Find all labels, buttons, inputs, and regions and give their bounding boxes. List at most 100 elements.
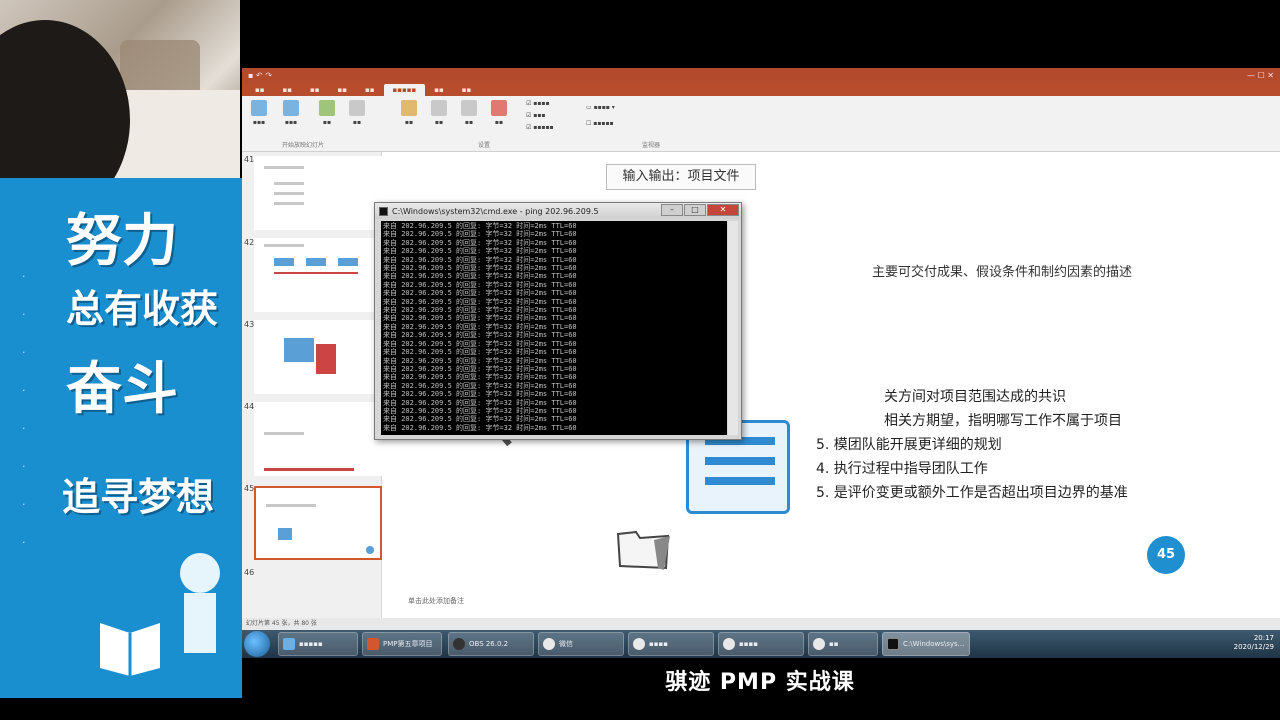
slogan-line-1: 努力	[66, 209, 178, 274]
clock-date: 2020/12/29	[1233, 643, 1274, 651]
slide-bullet: 关方间对项目范围达成的共识	[884, 389, 1066, 405]
close-button[interactable]: ✕	[707, 204, 739, 216]
minimize-button[interactable]: –	[661, 204, 683, 216]
thumb-number: 42	[244, 238, 255, 247]
from-beginning-button[interactable]: ▪▪▪	[244, 100, 274, 126]
thumb-number: 43	[244, 320, 255, 329]
status-bar: 幻灯片第 45 张，共 80 张	[242, 618, 1280, 630]
hide-slide-button[interactable]: ▪▪	[424, 100, 454, 126]
task-cmd[interactable]: C:\Windows\sys...	[882, 632, 970, 656]
notes-placeholder[interactable]: 单击此处添加备注	[408, 596, 464, 606]
taskbar: ▪▪▪▪▪ PMP第五章项目 OBS 26.0.2 微信 ▪▪▪▪ ▪▪▪▪ ▪…	[242, 630, 1280, 658]
tab-home[interactable]: ▪▪	[274, 84, 302, 96]
thumb-number: 41	[244, 155, 255, 164]
show-media-checkbox[interactable]: ☑ ▪▪▪▪▪	[526, 124, 554, 131]
cmd-output-line: 来自 202.96.209.5 的回复: 字节=32 时间=2ms TTL=60	[383, 381, 577, 390]
cmd-title: C:\Windows\system32\cmd.exe - ping 202.9…	[392, 206, 599, 216]
task-item[interactable]: ▪▪▪▪	[628, 632, 714, 656]
slide-bullet: 5. 模团队能开展更详细的规划	[816, 437, 1002, 453]
ppt-titlebar: ▪ ↶ ↷ — ☐ ✕	[242, 68, 1280, 82]
cmd-output-line: 来自 202.96.209.5 的回复: 字节=32 时间=2ms TTL=60	[383, 247, 577, 256]
slogan-banner: 努力 总有收获 奋斗 追寻梦想 · · · · · · · ·	[0, 178, 242, 698]
use-timings-checkbox[interactable]: ☑ ▪▪▪	[526, 112, 546, 119]
cmd-output-line: 来自 202.96.209.5 的回复: 字节=32 时间=2ms TTL=60	[383, 415, 577, 424]
rehearse-button[interactable]: ▪▪	[454, 100, 484, 126]
video-subtitle: 骐迹 PMP 实战课	[665, 670, 855, 695]
slide-thumbnail-selected[interactable]	[254, 486, 382, 560]
record-button[interactable]: ▪▪	[484, 100, 514, 126]
cmd-output-line: 来自 202.96.209.5 的回复: 字节=32 时间=2ms TTL=60	[383, 289, 577, 298]
window-controls[interactable]: — ☐ ✕	[1247, 71, 1274, 80]
cmd-output-line: 来自 202.96.209.5 的回复: 字节=32 时间=2ms TTL=60	[383, 339, 577, 348]
cmd-output-line: 来自 202.96.209.5 的回复: 字节=32 时间=2ms TTL=60	[383, 348, 577, 357]
command-prompt-window[interactable]: C:\Windows\system32\cmd.exe - ping 202.9…	[374, 202, 742, 440]
tab-slideshow[interactable]: ▪▪▪▪▪	[383, 84, 426, 96]
slide-thumbnail[interactable]	[254, 402, 382, 476]
slide-header: 输入输出：项目文件	[606, 164, 756, 190]
monitor-select[interactable]: ▭ ▪▪▪▪ ▾	[586, 104, 615, 111]
task-item[interactable]: ▪▪▪▪	[718, 632, 804, 656]
cmd-window-controls: – □ ✕	[661, 204, 739, 216]
page-number-badge: 45	[1147, 536, 1185, 574]
side-decoration: · · · · · · · ·	[22, 270, 26, 549]
task-wechat[interactable]: 微信	[538, 632, 624, 656]
slide-thumbnail[interactable]	[254, 156, 382, 230]
cmd-output-line: 来自 202.96.209.5 的回复: 字节=32 时间=2ms TTL=60	[383, 272, 577, 281]
slide-bullet: 5. 是评价变更或额外工作是否超出项目边界的基准	[816, 485, 1128, 501]
thumb-number: 46	[244, 568, 255, 577]
tab-review[interactable]: ▪▪	[425, 84, 453, 96]
from-current-button[interactable]: ▪▪▪	[276, 100, 306, 126]
tab-insert[interactable]: ▪▪	[301, 84, 329, 96]
cmd-output-line: 来自 202.96.209.5 的回复: 字节=32 时间=2ms TTL=60	[383, 314, 577, 323]
webcam-feed	[0, 0, 240, 178]
slogan-line-3: 奋斗	[66, 357, 178, 422]
group-monitors: 监视器	[642, 142, 661, 149]
ribbon: ▪▪▪ ▪▪▪ ▪▪ ▪▪ ▪▪ ▪▪ ▪▪ ▪▪ ☑ ▪▪▪▪ ☑ ▪▪▪ ☑…	[242, 96, 1280, 152]
cmd-output-line: 来自 202.96.209.5 的回复: 字节=32 时间=2ms TTL=60	[383, 238, 577, 247]
cmd-output[interactable]: 来自 202.96.209.5 的回复: 字节=32 时间=2ms TTL=60…	[381, 221, 727, 435]
cmd-output-line: 来自 202.96.209.5 的回复: 字节=32 时间=2ms TTL=60	[383, 423, 577, 432]
custom-show-button[interactable]: ▪▪	[342, 100, 372, 126]
slogan-line-4: 追寻梦想	[62, 475, 215, 519]
cmd-output-line: 来自 202.96.209.5 的回复: 字节=32 时间=2ms TTL=60	[383, 390, 577, 399]
ppt-tabs: ▪▪ ▪▪ ▪▪ ▪▪ ▪▪ ▪▪▪▪▪ ▪▪ ▪▪	[242, 82, 1280, 96]
presenter-view-checkbox[interactable]: ☐ ▪▪▪▪▪	[586, 120, 614, 127]
group-start: 开始放映幻灯片	[282, 142, 325, 149]
cmd-output-line: 来自 202.96.209.5 的回复: 字节=32 时间=2ms TTL=60	[383, 297, 577, 306]
cmd-scrollbar[interactable]	[728, 221, 738, 435]
tab-design[interactable]: ▪▪	[329, 84, 357, 96]
slide-bullet: 相关方期望，指明哪写工作不属于项目	[884, 413, 1122, 429]
cmd-output-line: 来自 202.96.209.5 的回复: 字节=32 时间=2ms TTL=60	[383, 280, 577, 289]
cmd-output-line: 来自 202.96.209.5 的回复: 字节=32 时间=2ms TTL=60	[383, 255, 577, 264]
tab-view[interactable]: ▪▪	[453, 84, 481, 96]
group-setup: 设置	[478, 142, 491, 149]
slide-thumbnail[interactable]	[254, 320, 382, 394]
presenter	[0, 20, 130, 178]
bird-icon	[180, 553, 220, 653]
start-button[interactable]	[244, 631, 270, 657]
system-tray[interactable]: 20:17 2020/12/29	[1234, 634, 1274, 652]
task-obs[interactable]: OBS 26.0.2	[448, 632, 534, 656]
slide-description: 主要可交付成果、假设条件和制约因素的描述	[872, 265, 1133, 280]
task-item[interactable]: ▪▪	[808, 632, 878, 656]
save-icon[interactable]: ▪ ↶ ↷	[248, 71, 272, 80]
maximize-button[interactable]: □	[684, 204, 706, 216]
thumbnail-pane[interactable]: 41 42 43 44 45 46	[242, 152, 382, 618]
folder-icon	[616, 530, 670, 570]
thumb-number: 44	[244, 402, 255, 411]
setup-show-button[interactable]: ▪▪	[394, 100, 424, 126]
task-powerpoint[interactable]: PMP第五章项目	[362, 632, 442, 656]
clock-time: 20:17	[1253, 634, 1274, 642]
cmd-output-line: 来自 202.96.209.5 的回复: 字节=32 时间=2ms TTL=60	[383, 230, 577, 239]
cmd-output-line: 来自 202.96.209.5 的回复: 字节=32 时间=2ms TTL=60	[383, 373, 577, 382]
tab-animation[interactable]: ▪▪	[356, 84, 384, 96]
tab-file[interactable]: ▪▪	[246, 84, 274, 96]
thumb-number: 45	[244, 484, 255, 493]
cmd-output-line: 来自 202.96.209.5 的回复: 字节=32 时间=2ms TTL=60	[383, 331, 577, 340]
slide-bullet: 4. 执行过程中指导团队工作	[816, 461, 988, 477]
slide-thumbnail[interactable]	[254, 238, 382, 312]
broadcast-button[interactable]: ▪▪	[312, 100, 342, 126]
play-narration-checkbox[interactable]: ☑ ▪▪▪▪	[526, 100, 550, 107]
cmd-output-line: 来自 202.96.209.5 的回复: 字节=32 时间=2ms TTL=60	[383, 398, 577, 407]
task-item[interactable]: ▪▪▪▪▪	[278, 632, 358, 656]
